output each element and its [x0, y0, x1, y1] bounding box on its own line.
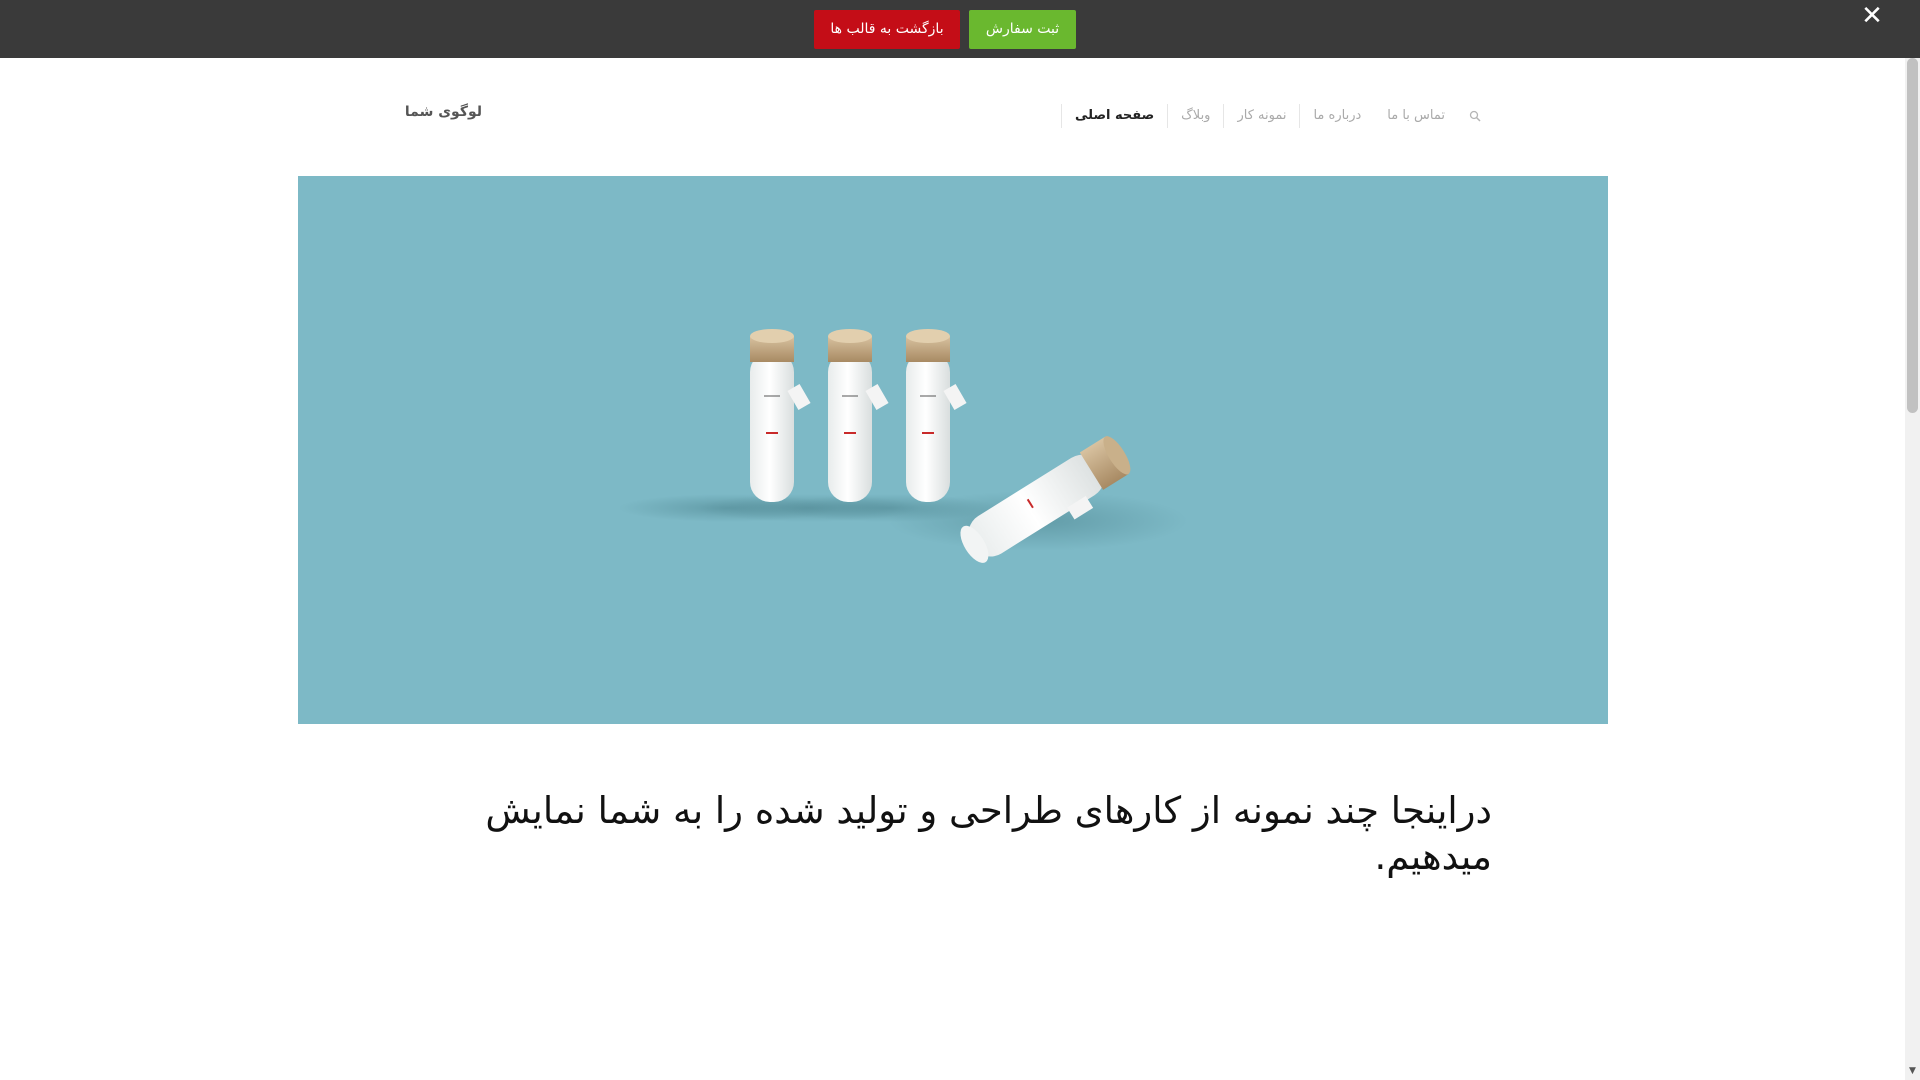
scrollbar-thumb[interactable]: [1907, 58, 1918, 413]
scroll-down-arrow-icon[interactable]: ▼: [1905, 1062, 1920, 1080]
nav-item-blog[interactable]: وبلاگ: [1167, 104, 1223, 128]
main-nav: صفحه اصلی وبلاگ نمونه کار درباره ما تماس…: [1060, 104, 1492, 128]
close-icon[interactable]: ✕: [1858, 2, 1886, 30]
bottle-1: [750, 329, 811, 502]
hero-image: [298, 176, 1608, 724]
product-bottles-illustration: [618, 329, 1188, 563]
page-headline: دراینجا چند نمونه از کارهای طراحی و تولی…: [485, 789, 1492, 878]
preview-topbar: بازگشت به قالب ها ثبت سفارش ✕: [0, 0, 1920, 58]
nav-item-home[interactable]: صفحه اصلی: [1060, 104, 1167, 128]
scrollbar[interactable]: [1905, 58, 1920, 1080]
bottle-3: [906, 329, 967, 502]
search-icon[interactable]: [1458, 104, 1492, 128]
nav-item-portfolio[interactable]: نمونه کار: [1223, 104, 1299, 128]
nav-item-about[interactable]: درباره ما: [1299, 104, 1374, 128]
bottle-2: [828, 329, 889, 502]
place-order-button[interactable]: ثبت سفارش: [969, 10, 1076, 49]
nav-item-contact[interactable]: تماس با ما: [1374, 104, 1458, 128]
back-to-templates-button[interactable]: بازگشت به قالب ها: [814, 10, 960, 49]
site-logo[interactable]: لوگوی شما: [382, 104, 482, 120]
